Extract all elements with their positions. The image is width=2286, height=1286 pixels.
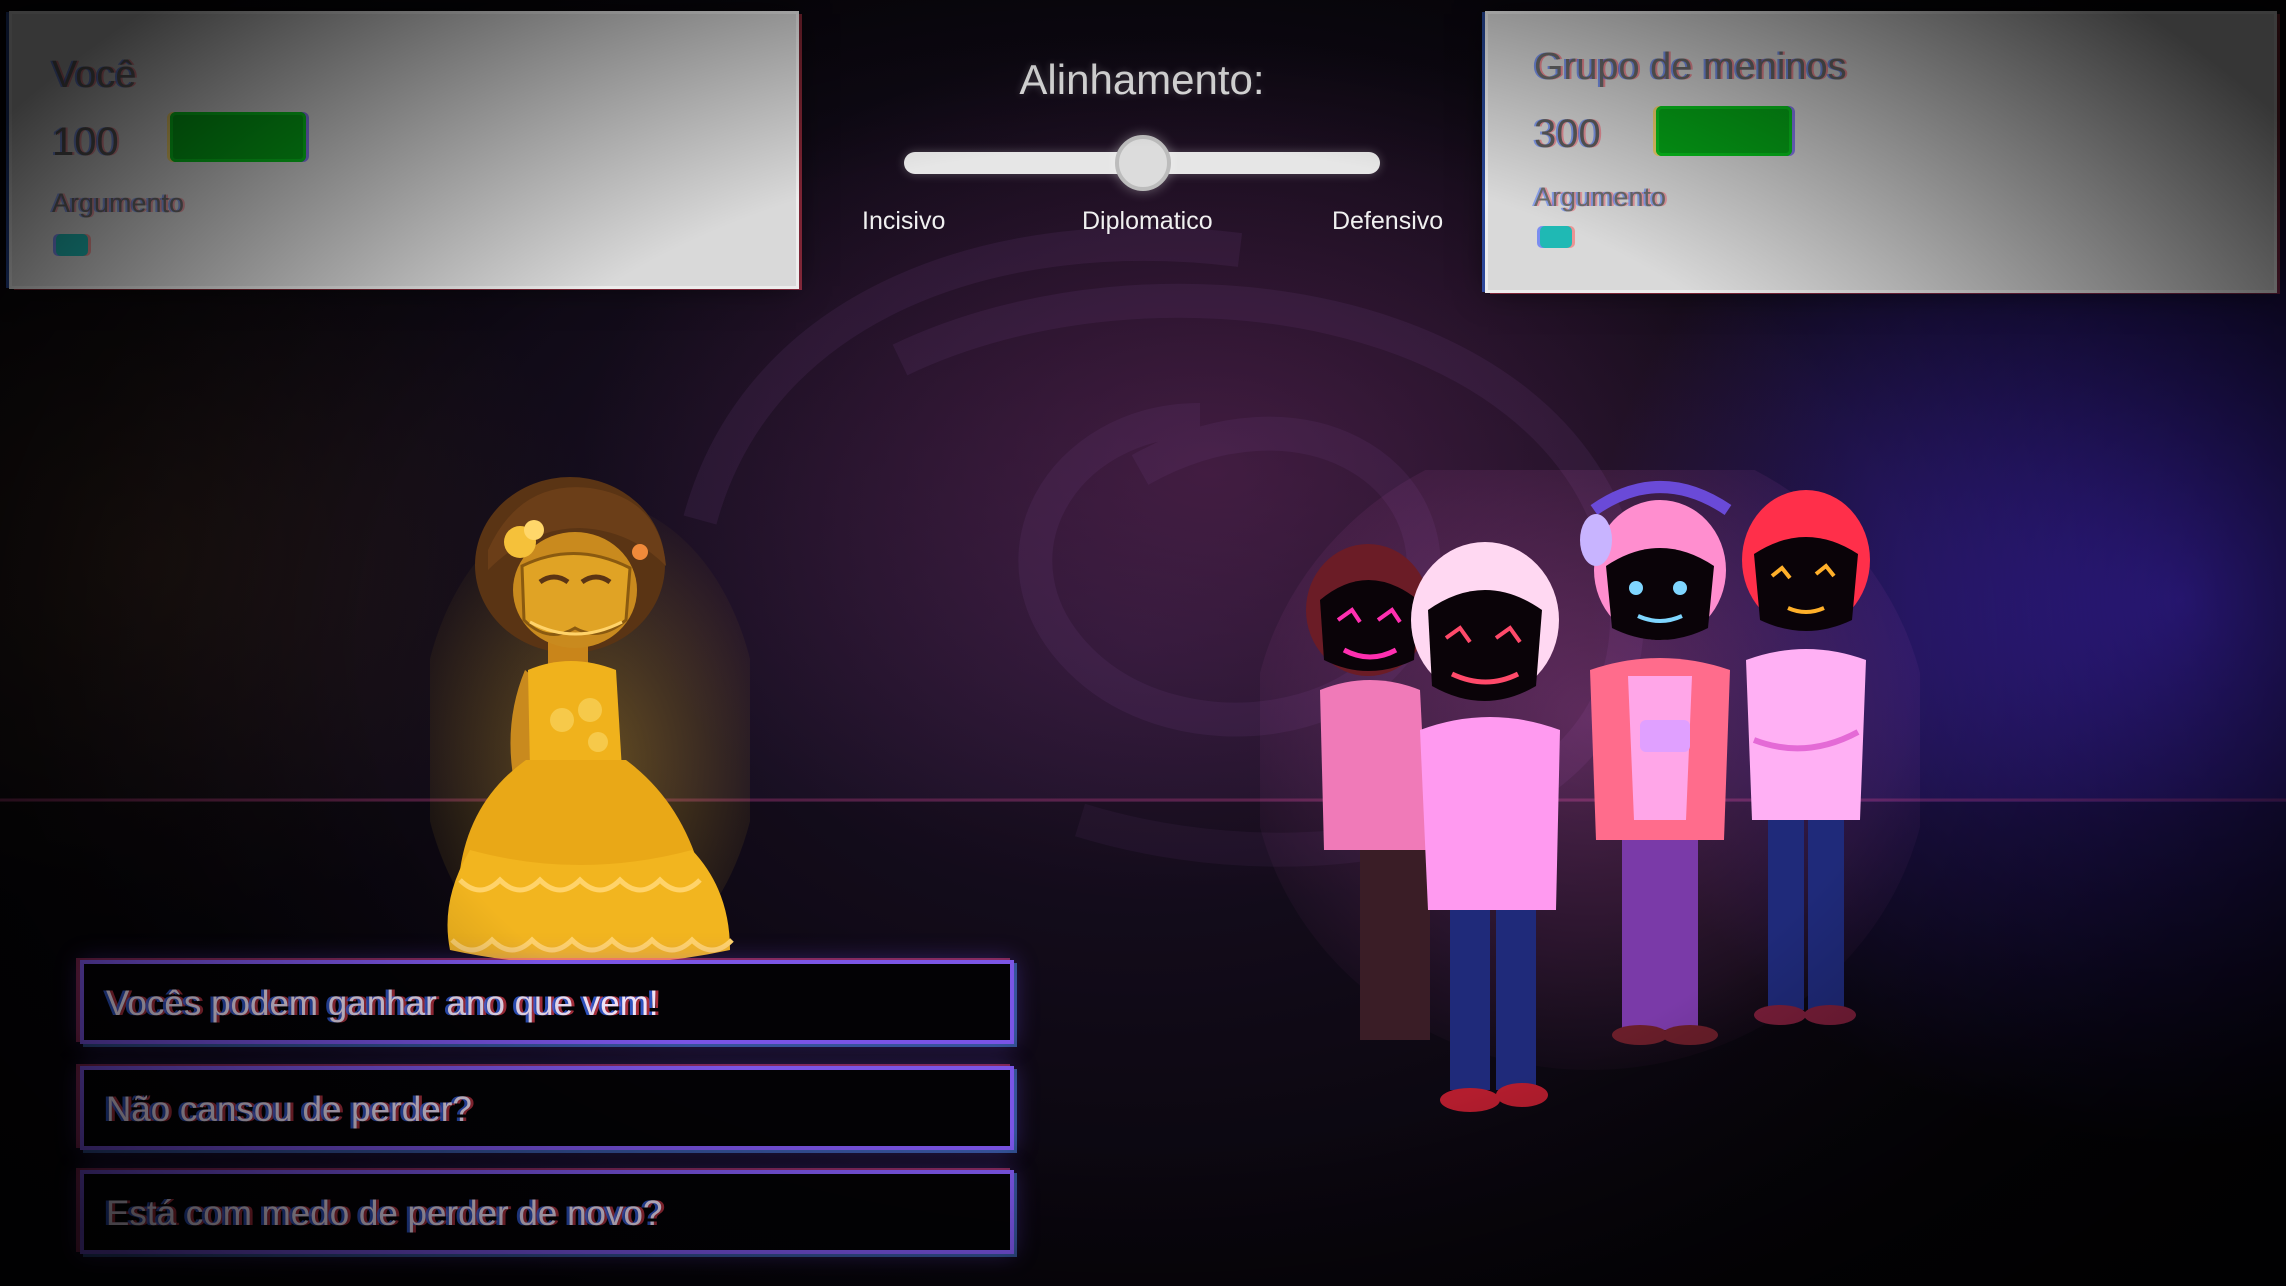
dialogue-option-1[interactable]: Vocês podem ganhar ano que vem! <box>80 960 1014 1044</box>
player-character <box>430 477 750 970</box>
dialogue-option-3-text: Está com medo de perder de novo? <box>106 1194 663 1233</box>
player-name: Você <box>52 54 137 96</box>
player-hp-bar <box>170 112 306 162</box>
alignment-slider-thumb[interactable] <box>1115 135 1171 191</box>
player-argument-label: Argumento <box>52 188 185 218</box>
dialogue-option-3[interactable]: Está com medo de perder de novo? <box>80 1170 1014 1254</box>
alignment-option-incisivo[interactable]: Incisivo <box>862 207 945 236</box>
enemy-hp-bar <box>1656 106 1792 156</box>
dialogue-option-2[interactable]: Não cansou de perder? <box>80 1066 1014 1150</box>
enemy-hp-value: 300 <box>1534 112 1601 156</box>
player-hp-value: 100 <box>52 120 119 164</box>
alignment-option-diplomatico[interactable]: Diplomatico <box>1082 207 1213 236</box>
alignment-title: Alinhamento: <box>1019 56 1265 103</box>
alignment-option-defensivo[interactable]: Defensivo <box>1332 207 1443 236</box>
enemy-group-characters <box>1260 470 1920 1112</box>
enemy-status-panel: Grupo de meninos 300 Argumento <box>1488 14 2274 290</box>
enemy-argument-label: Argumento <box>1534 182 1667 212</box>
battle-scene: Você 100 Argumento Grupo de meninos 300 … <box>0 0 2286 1286</box>
enemy-argument-chip <box>1540 226 1572 248</box>
dialogue-option-2-text: Não cansou de perder? <box>106 1090 472 1129</box>
dialogue-option-1-text: Vocês podem ganhar ano que vem! <box>106 984 659 1023</box>
player-argument-chip <box>56 234 88 256</box>
player-status-panel: Você 100 Argumento <box>12 14 796 286</box>
enemy-name: Grupo de meninos <box>1534 46 1847 88</box>
